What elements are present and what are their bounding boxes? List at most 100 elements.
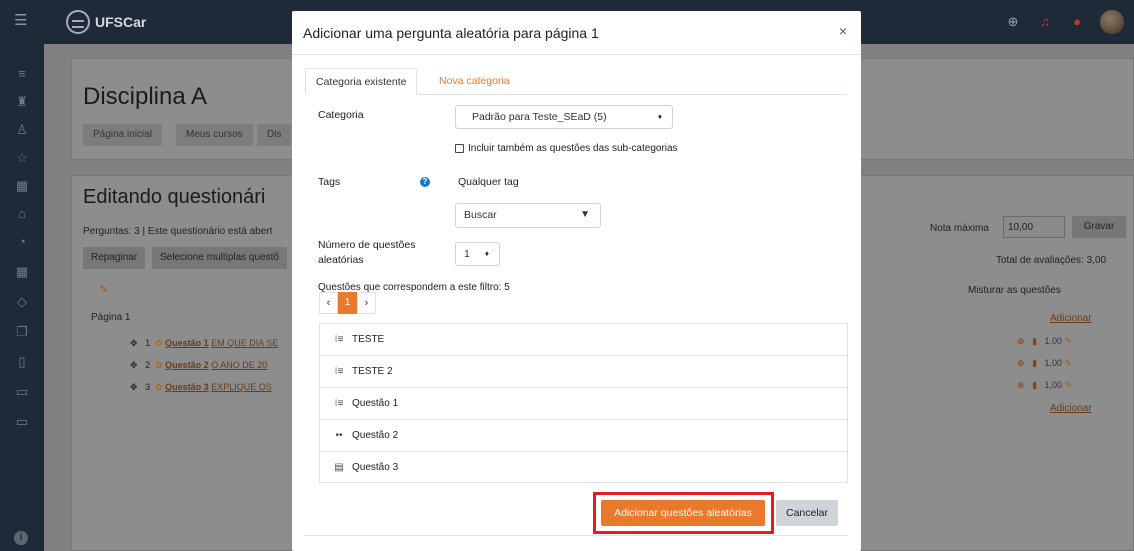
ufscar-logo-icon [66,10,90,34]
folder-icon[interactable]: ▭ [12,382,32,402]
delete-icon[interactable]: ▮ [1032,380,1037,390]
add-random-question-modal: Adicionar uma pergunta aleatória para pá… [292,11,861,551]
question-gear-icon: ✿ [155,338,163,348]
tab-existing-category[interactable]: Categoria existente [305,68,418,95]
menu-icon[interactable]: ☰ [14,12,32,30]
question-controls: ⊕ ▮ 1,00 ✎ [1017,336,1072,347]
bell-icon[interactable]: ♫ [1036,13,1054,31]
edit-grade-icon[interactable]: ✎ [1065,358,1073,368]
num-questions-value: 1 [464,248,470,260]
preview-icon[interactable]: ⊕ [1017,358,1025,368]
category-select[interactable]: Padrão para Teste_SEaD (5) ♦ [455,105,673,129]
pager-next-icon[interactable]: › [357,292,376,314]
home-icon[interactable]: ⌂ [12,204,32,224]
list-item-label: Questão 3 [352,462,399,473]
clipboard-icon[interactable]: ▯ [12,352,32,372]
dashboard-icon[interactable]: ◔ [12,232,32,252]
files-icon[interactable]: ❐ [12,322,32,342]
tags-search-dropdown[interactable]: Buscar ▼ [455,203,601,228]
breadcrumb-home[interactable]: Página inicial [83,124,162,146]
preview-icon[interactable]: ⊕ [1017,380,1025,390]
list-item-label: Questão 2 [352,430,399,441]
edit-grade-icon[interactable]: ✎ [1065,336,1073,346]
list-item: ⁝≡ TESTE 2 [320,356,847,388]
category-label: Categoria [318,109,364,121]
list-item: ⁝≡ TESTE [320,324,847,356]
graduation-icon[interactable]: ◇ [12,292,32,312]
question-grade[interactable]: 1,00 [1045,336,1063,346]
edit-grade-icon[interactable]: ✎ [1065,380,1073,390]
multichoice-icon: ⁝≡ [334,334,344,345]
repaginate-button[interactable]: Repaginar [83,247,146,269]
tab-new-category[interactable]: Nova categoria [429,68,520,95]
help-icon[interactable]: ? [420,177,430,187]
add-random-questions-button[interactable]: Adicionar questões aleatórias [601,500,765,526]
list-item: ⁝≡ Questão 1 [320,388,847,420]
calendar-icon[interactable]: ▦ [12,262,32,282]
move-icon[interactable]: ✥ [130,382,138,392]
add-dropdown-bottom[interactable]: Adicionar [1050,403,1092,414]
delete-icon[interactable]: ▮ [1032,358,1037,368]
cancel-button[interactable]: Cancelar [776,500,838,526]
users-icon[interactable]: ♜ [12,92,32,112]
divider [305,535,847,536]
quiz-question-row[interactable]: ✥ 3 ✿ Questão 3 EXPLIQUE OS [130,379,272,396]
checkbox-icon[interactable] [455,144,464,153]
user-avatar[interactable] [1100,10,1124,34]
num-questions-select[interactable]: 1 ♦ [455,242,500,266]
list-item-label: TESTE [352,334,385,345]
quiz-question-row[interactable]: ✥ 1 ✿ Questão 1 EM QUE DIA SE [130,335,278,352]
question-grade[interactable]: 1,00 [1045,358,1063,368]
save-grade-button[interactable]: Gravar [1072,216,1126,238]
question-name-link[interactable]: Questão 3 [165,382,209,392]
question-name-link[interactable]: Questão 1 [165,338,209,348]
question-controls: ⊕ ▮ 1,00 ✎ [1017,358,1072,369]
question-text-link[interactable]: EM QUE DIA SE [211,338,278,348]
question-name-link[interactable]: Questão 2 [165,360,209,370]
include-subcategories-checkbox[interactable]: Incluir também as questões das sub-categ… [455,143,678,154]
num-questions-label-line1: Número de questões [318,239,416,251]
info-icon[interactable]: i [14,531,28,545]
question-number: 1 [145,338,151,348]
book-icon[interactable]: ▦ [12,176,32,196]
question-text-link[interactable]: O ANO DE 20 [211,360,267,370]
globe-icon[interactable]: ⊕ [1004,13,1022,31]
list-icon[interactable]: ≡ [12,64,32,84]
edit-pencil-icon[interactable]: ✎ [99,283,108,296]
section-title: Editando questionári [83,186,266,208]
quiz-question-row[interactable]: ✥ 2 ✿ Questão 2 O ANO DE 20 [130,357,267,374]
shuffle-label[interactable]: Misturar as questões [968,285,1061,296]
list-item-label: Questão 1 [352,398,399,409]
chat-icon[interactable]: ● [1068,13,1086,31]
add-dropdown-top[interactable]: Adicionar [1050,313,1092,324]
modal-header: Adicionar uma pergunta aleatória para pá… [292,11,861,55]
move-icon[interactable]: ✥ [130,338,138,348]
list-item: •• Questão 2 [320,420,847,452]
max-grade-input[interactable]: 10,00 [1003,216,1065,238]
question-text-link[interactable]: EXPLIQUE OS [211,382,272,392]
max-grade-label: Nota máxima [930,223,989,234]
tags-search-value: Buscar [464,209,497,221]
num-questions-label-line2: aleatórias [318,254,364,266]
select-arrows-icon: ♦ [484,249,489,258]
breadcrumb-my-courses[interactable]: Meus cursos [176,124,253,146]
site-logo[interactable]: UFSCar [66,6,146,38]
question-grade[interactable]: 1,00 [1045,380,1063,390]
pager-prev-icon[interactable]: ‹ [319,292,338,314]
essay-icon: ▤ [334,462,344,473]
select-multiple-button[interactable]: Selecione multiplas questõ [152,247,287,269]
logo-text: UFSCar [95,14,147,30]
move-icon[interactable]: ✥ [130,360,138,370]
breadcrumb-course[interactable]: Dis [257,124,292,146]
star-icon[interactable]: ☆ [12,148,32,168]
select-arrows-icon: ♦ [657,112,662,121]
total-grades: Total de avaliações: 3,00 [996,255,1107,266]
dropdown-arrow-icon: ▼ [580,209,590,220]
modal-tabs: Categoria existente Nova categoria [305,68,847,95]
delete-icon[interactable]: ▮ [1032,336,1037,346]
badge-icon[interactable]: ♙ [12,120,32,140]
pager-page-1[interactable]: 1 [338,292,357,314]
close-icon[interactable]: × [835,23,851,39]
preview-icon[interactable]: ⊕ [1017,336,1025,346]
folder-icon[interactable]: ▭ [12,412,32,432]
